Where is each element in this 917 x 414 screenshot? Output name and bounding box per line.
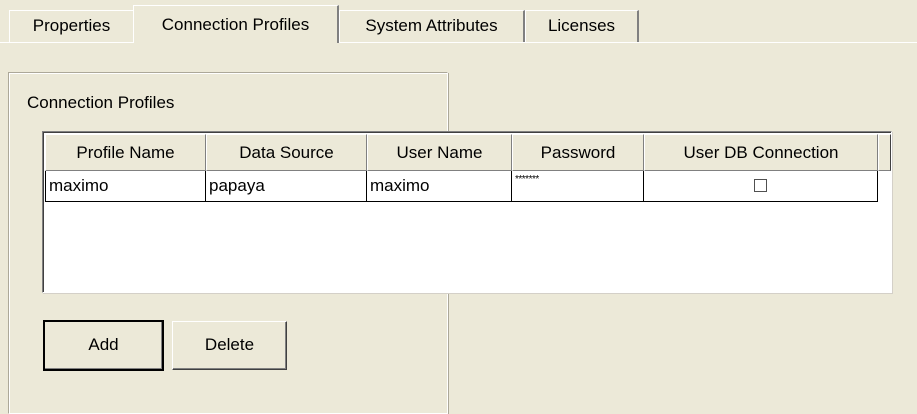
tab-properties[interactable]: Properties [9,10,135,42]
cell-user-db-connection[interactable] [644,171,878,202]
column-header-user-name[interactable]: User Name [367,134,512,171]
cell-data-source[interactable]: papaya [206,171,367,202]
delete-button[interactable]: Delete [172,321,287,370]
tab-label: Connection Profiles [161,15,310,34]
tab-system-attributes[interactable]: System Attributes [339,10,525,42]
column-header-filler [878,134,891,171]
cell-profile-name[interactable]: maximo [46,171,206,202]
tab-licenses[interactable]: Licenses [525,10,639,42]
add-button[interactable]: Add [43,320,164,371]
group-title: Connection Profiles [27,93,175,112]
column-header-data-source[interactable]: Data Source [206,134,367,171]
cell-user-name[interactable]: maximo [367,171,512,202]
tab-label: Properties [32,16,111,35]
tab-label: Licenses [547,16,616,35]
cell-password[interactable]: ******* [512,171,644,202]
tab-connection-profiles[interactable]: Connection Profiles [133,5,339,43]
tab-label: System Attributes [365,16,498,35]
column-header-user-db-connection[interactable]: User DB Connection [644,134,878,171]
column-header-password[interactable]: Password [512,134,644,171]
user-db-connection-checkbox[interactable] [754,178,767,192]
table-header: Profile Name Data Source User Name Passw… [45,134,891,171]
column-header-profile-name[interactable]: Profile Name [45,134,206,171]
tab-strip: Properties Connection Profiles System At… [0,0,917,43]
profiles-table[interactable]: Profile Name Data Source User Name Passw… [42,131,892,293]
